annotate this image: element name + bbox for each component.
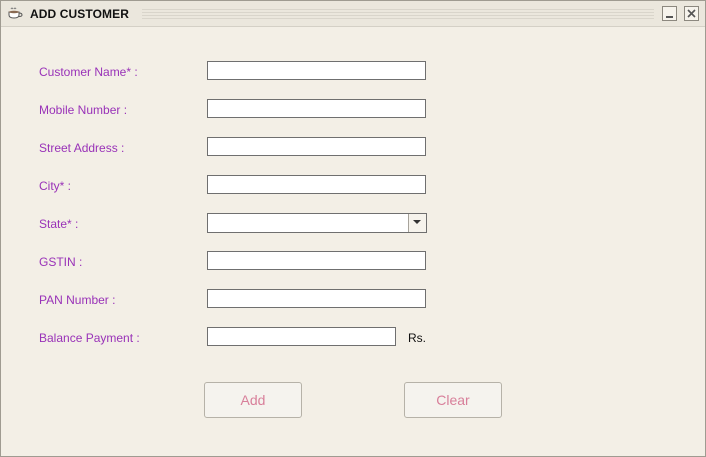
add-button[interactable]: Add [204, 382, 302, 418]
close-button[interactable] [684, 6, 699, 21]
add-customer-window: ADD CUSTOMER Customer Name* : Mobile Num… [0, 0, 706, 457]
city-label: City* : [39, 179, 72, 193]
city-input[interactable] [207, 175, 426, 194]
title-grip [142, 9, 654, 19]
customer-name-input[interactable] [207, 61, 426, 80]
clear-button[interactable]: Clear [404, 382, 502, 418]
window-title: ADD CUSTOMER [30, 7, 129, 21]
close-icon [687, 9, 696, 18]
customer-name-label: Customer Name* : [39, 65, 138, 79]
state-label: State* : [39, 217, 79, 231]
street-address-label: Street Address : [39, 141, 125, 155]
state-select[interactable] [207, 213, 427, 233]
pan-number-input[interactable] [207, 289, 426, 308]
balance-payment-label: Balance Payment : [39, 331, 140, 345]
pan-number-label: PAN Number : [39, 293, 116, 307]
state-dropdown-button[interactable] [408, 214, 426, 232]
street-address-input[interactable] [207, 137, 426, 156]
mobile-number-input[interactable] [207, 99, 426, 118]
coffee-cup-icon [8, 6, 24, 20]
balance-payment-input[interactable] [207, 327, 396, 346]
currency-unit-label: Rs. [408, 331, 426, 345]
gstin-input[interactable] [207, 251, 426, 270]
mobile-number-label: Mobile Number : [39, 103, 128, 117]
minimize-icon [666, 16, 673, 18]
chevron-down-icon [413, 220, 421, 224]
minimize-button[interactable] [662, 6, 677, 21]
form-panel: Customer Name* : Mobile Number : Street … [1, 27, 705, 456]
gstin-label: GSTIN : [39, 255, 83, 269]
title-bar[interactable]: ADD CUSTOMER [1, 1, 705, 27]
